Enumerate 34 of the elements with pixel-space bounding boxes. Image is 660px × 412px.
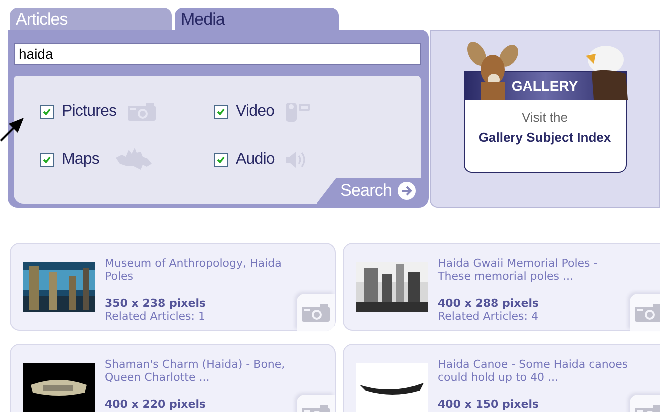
check-icon xyxy=(42,107,52,117)
image-size: 350 x 238 pixels xyxy=(105,297,208,310)
image-size: 400 x 150 pixels xyxy=(438,398,540,411)
gallery-intro: Visit the xyxy=(522,110,568,125)
option-label: Pictures xyxy=(62,103,117,121)
check-icon xyxy=(42,155,52,165)
checkbox[interactable] xyxy=(214,153,228,167)
checkbox[interactable] xyxy=(40,105,54,119)
search-field[interactable]: haida xyxy=(14,43,421,65)
result-card[interactable]: Haida Canoe - Some Haida canoes could hold up to 40 ... 400 x 150 pixels xyxy=(343,344,660,412)
result-card[interactable]: Shaman's Charm (Haida) - Bone, Queen Charlotte ... 400 x 220 pixels xyxy=(10,344,336,412)
gallery-link[interactable]: Gallery Subject Index xyxy=(478,130,612,145)
image-size: 400 x 288 pixels xyxy=(438,297,540,310)
checkbox[interactable] xyxy=(214,105,228,119)
tab[interactable]: Media xyxy=(175,8,339,30)
result-title[interactable]: Shaman's Charm (Haida) - Bone, Queen Charlotte ... xyxy=(105,358,301,384)
gallery-title: GALLERY xyxy=(512,78,578,94)
result-title[interactable]: Museum of Anthropology, Haida Poles xyxy=(105,257,301,283)
image-size: 400 x 220 pixels xyxy=(105,398,208,411)
result-card[interactable]: Haida Gwaii Memorial Poles - These memorial poles ... 400 x 288 pixels Related Articles: 4 xyxy=(343,243,660,331)
option-label: Audio xyxy=(236,151,275,169)
camera-icon xyxy=(634,302,660,322)
arrow-right-icon xyxy=(397,181,417,201)
result-title[interactable]: Haida Gwaii Memorial Poles - These memorial poles ... xyxy=(438,257,634,283)
option-label: Maps xyxy=(62,151,100,169)
related-articles: Related Articles: 4 xyxy=(438,310,540,323)
related-articles: Related Articles: 1 xyxy=(105,310,206,323)
check-icon xyxy=(216,107,226,117)
checkbox[interactable] xyxy=(40,153,54,167)
result-card[interactable]: Museum of Anthropology, Haida Poles 350 x 238 pixels Related Articles: 1 xyxy=(10,243,336,331)
camera-icon xyxy=(301,302,331,322)
result-title[interactable]: Haida Canoe - Some Haida canoes could hold up to 40 ... xyxy=(438,358,634,384)
option-label: Video xyxy=(236,103,275,121)
check-icon xyxy=(216,155,226,165)
